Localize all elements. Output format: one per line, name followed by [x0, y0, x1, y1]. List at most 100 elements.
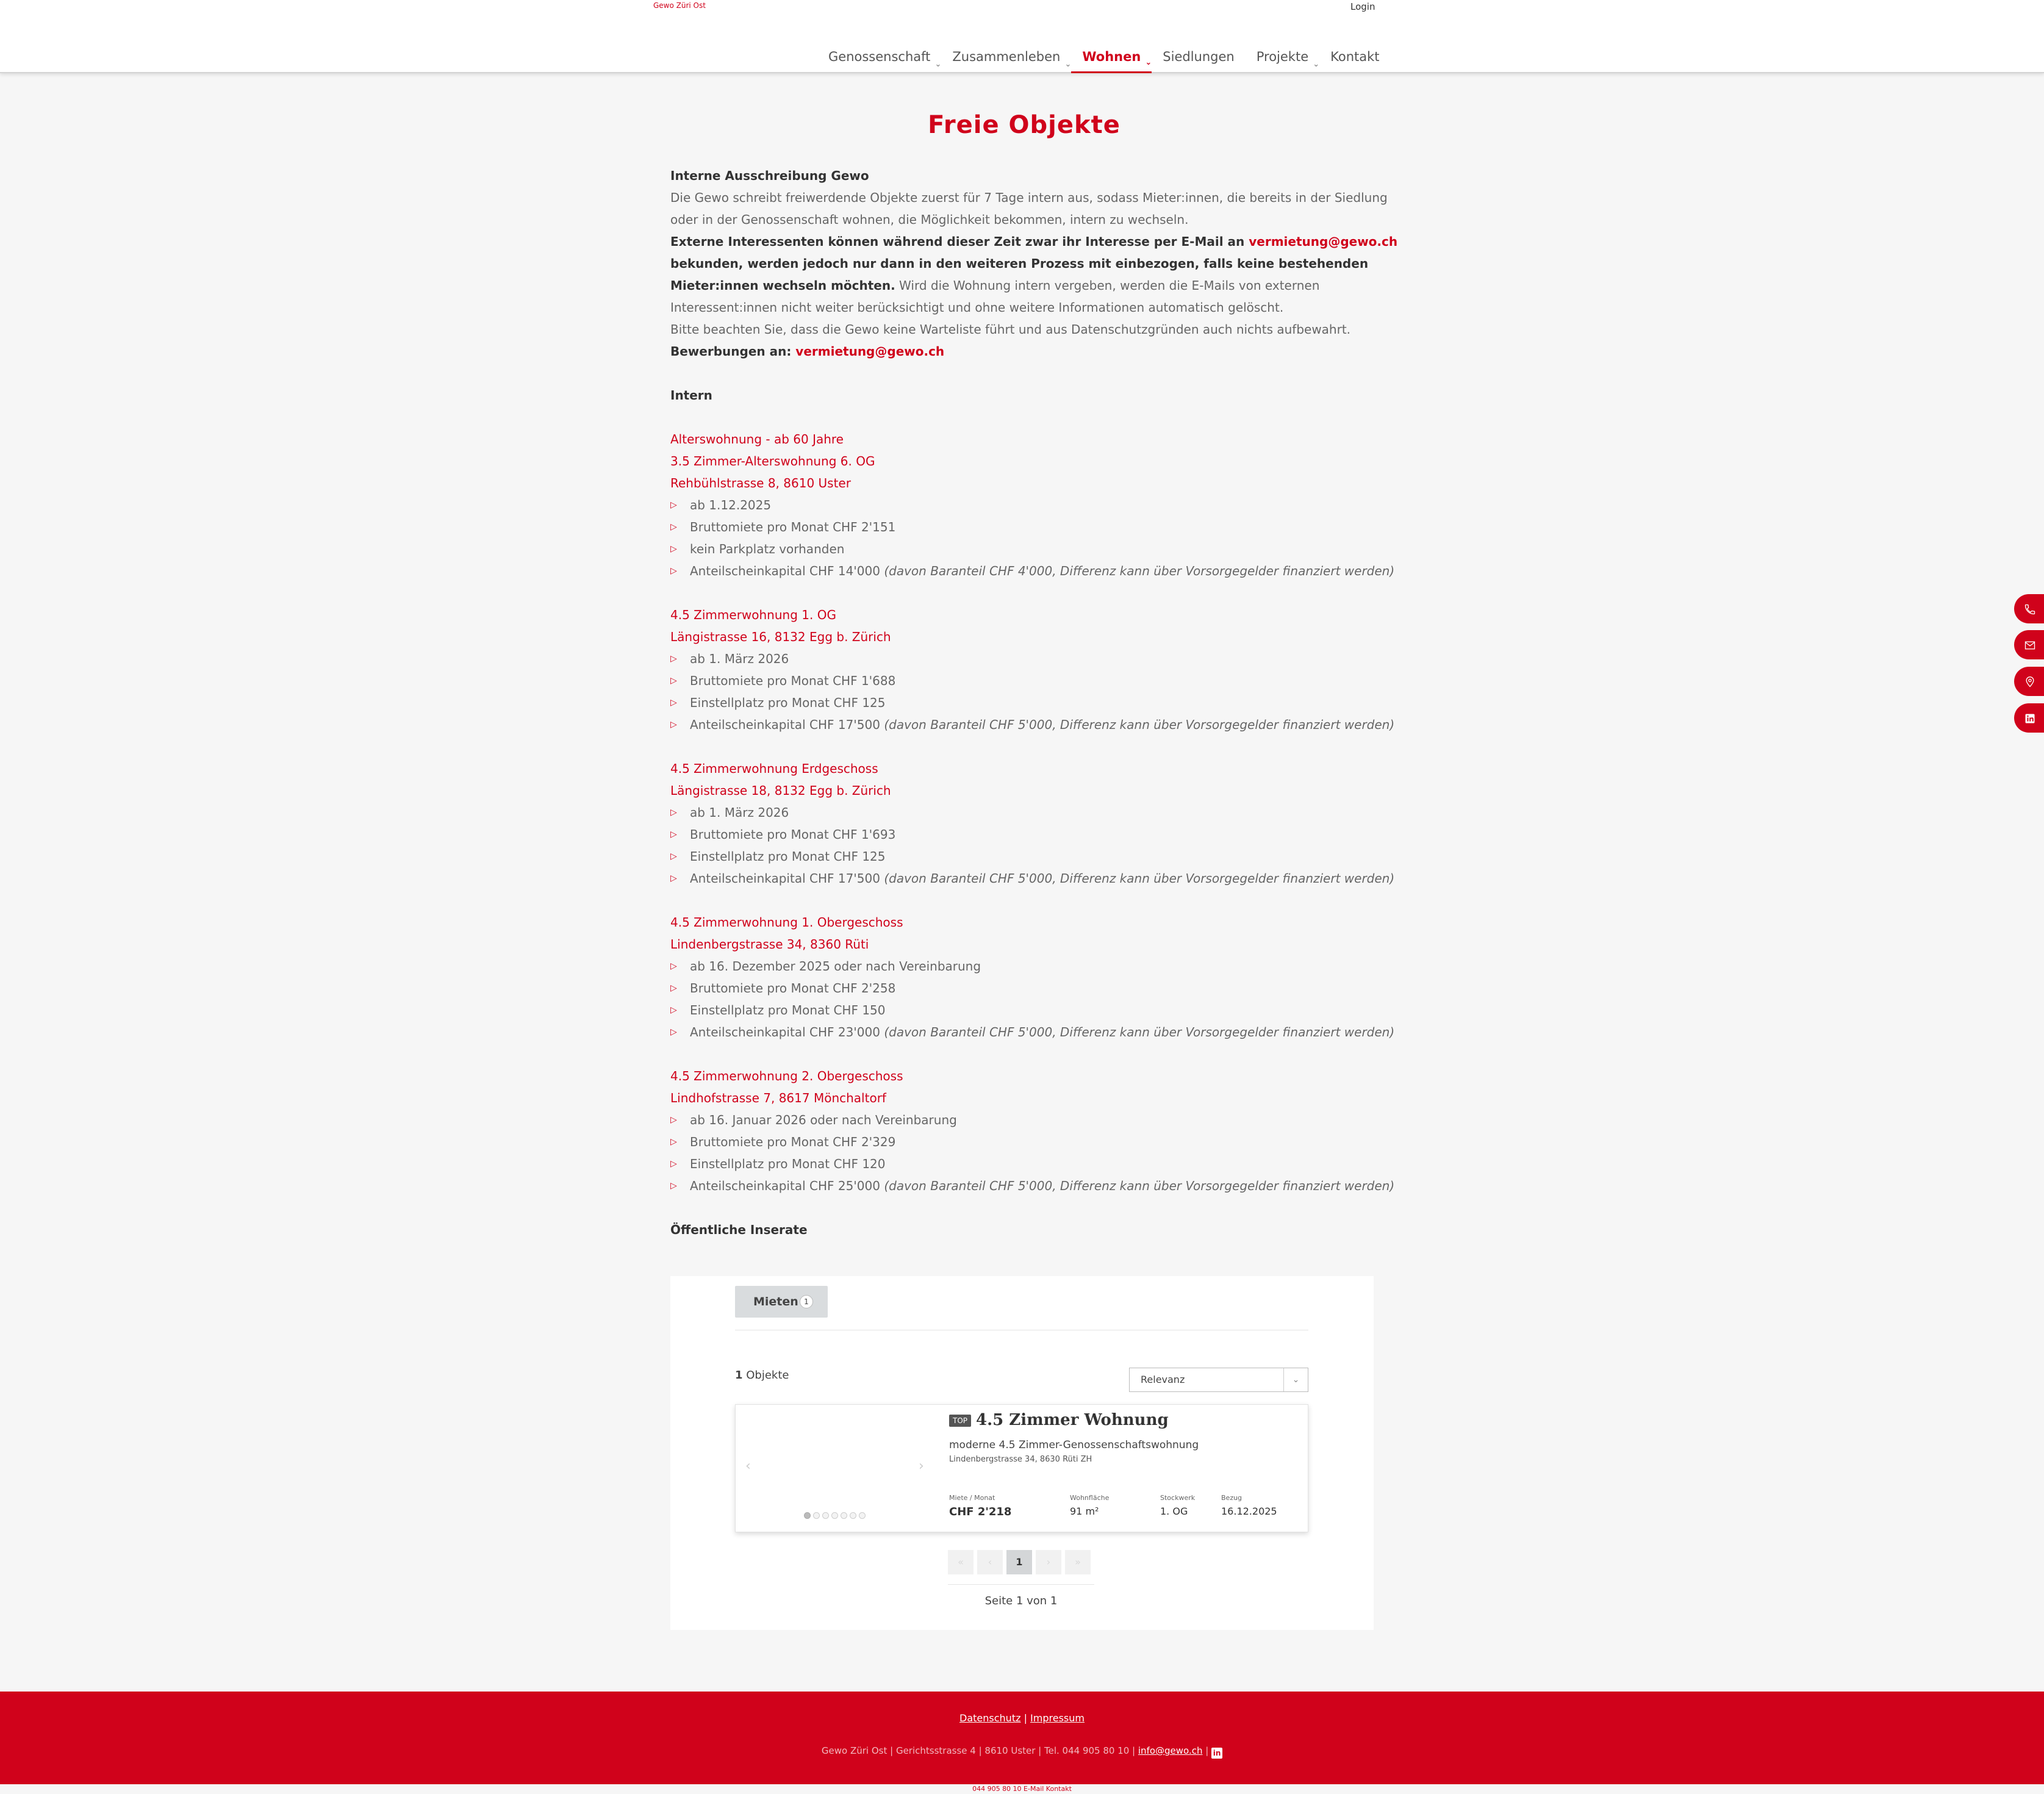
card-address: Lindenbergstrasse 34, 8630 Rüti ZH	[949, 1455, 1092, 1464]
triangle-bullet-icon: ▷	[670, 1159, 677, 1169]
nav-label: Projekte	[1256, 49, 1309, 64]
logo[interactable]: Gewo Züri Ost	[653, 1, 706, 10]
list-item: ▷ ab 1.12.2025	[670, 494, 1378, 516]
triangle-bullet-icon: ▷	[670, 852, 677, 861]
footer-email-link[interactable]: info@gewo.ch	[1138, 1745, 1203, 1756]
tab-count-badge: 1	[800, 1295, 813, 1308]
location-icon[interactable]	[2014, 667, 2044, 696]
triangle-bullet-icon: ▷	[670, 1027, 677, 1037]
nav-label: Genossenschaft	[828, 49, 931, 64]
spec-floor: Stockwerk 1. OG	[1160, 1494, 1196, 1517]
carousel-dot[interactable]	[831, 1512, 838, 1519]
chevron-down-icon: ⌄	[1064, 60, 1072, 69]
list-item: ▷ Anteilscheinkapital CHF 17'500 (davon B…	[670, 867, 1394, 889]
chevron-down-icon: ⌄	[1313, 60, 1320, 69]
intro-heading: Interne Ausschreibung Gewo	[670, 168, 869, 183]
site-header: Gewo Züri Ost Login Genossenschaft ⌄ Zusa…	[0, 0, 2044, 73]
page-last-button[interactable]: »	[1065, 1550, 1091, 1574]
nav-wohnen[interactable]: Wohnen ⌄	[1071, 46, 1152, 73]
carousel-dots	[804, 1512, 866, 1519]
linkedin-icon[interactable]: in	[1211, 1748, 1223, 1759]
external-notice: Mieter:innen wechseln möchten. Wird die …	[670, 274, 1378, 296]
notice-text: Interessent:innen nicht weiter berücksic…	[670, 300, 1284, 315]
footer-bottom: 044 905 80 10 E-Mail Kontakt	[972, 1785, 1072, 1793]
main-content: Freie Objekte Interne Ausschreibung Gewo…	[670, 104, 1397, 1241]
list-item: ▷ Anteilscheinkapital CHF 14'000 (davon B…	[670, 560, 1394, 582]
carousel-dot[interactable]	[859, 1512, 866, 1519]
page-first-button[interactable]: «	[948, 1550, 974, 1574]
chevron-down-icon: ⌄	[1283, 1368, 1308, 1391]
image-carousel: ‹ ›	[736, 1405, 937, 1532]
carousel-dot[interactable]	[813, 1512, 820, 1519]
intro-text: Interne Ausschreibung Gewo Die Gewo schr…	[670, 165, 1397, 1241]
chevron-right-icon[interactable]: ›	[919, 1459, 924, 1474]
triangle-bullet-icon: ▷	[670, 961, 677, 971]
footer-address-text: Gewo Züri Ost | Gerichtsstrasse 4 | 8610…	[821, 1745, 1138, 1756]
triangle-bullet-icon: ▷	[670, 544, 677, 554]
spec-area: Wohnfläche 91 m²	[1070, 1494, 1110, 1517]
card-title[interactable]: 4.5 Zimmer Wohnung	[976, 1411, 1169, 1429]
list-item: ▷ ab 16. Januar 2026 oder nach Vereinbaru…	[670, 1109, 1378, 1131]
property-card[interactable]: ‹ › TOP 4.5 Zimmer Wohnung moderne 4.5 Z…	[735, 1404, 1308, 1532]
list-item: ▷ ab 1. März 2026	[670, 648, 1378, 670]
page-title: Freie Objekte	[928, 111, 1121, 139]
login-link[interactable]: Login	[1350, 1, 1375, 12]
triangle-bullet-icon: ▷	[670, 698, 677, 708]
email-link[interactable]: vermietung@gewo.ch	[1249, 234, 1397, 249]
triangle-bullet-icon: ▷	[670, 808, 677, 817]
list-item: ▷ Anteilscheinkapital CHF 23'000 (davon B…	[670, 1021, 1394, 1043]
imprint-link[interactable]: Impressum	[1030, 1712, 1085, 1724]
chevron-left-icon[interactable]: ‹	[745, 1459, 751, 1474]
listing-address: Lindenbergstrasse 34, 8360 Rüti	[670, 937, 869, 952]
intro-paragraph: Die Gewo schreibt freiwerdende Objekte z…	[670, 190, 1388, 205]
page-next-button[interactable]: ›	[1036, 1550, 1061, 1574]
phone-icon[interactable]	[2014, 594, 2044, 623]
notice-text: Bitte beachten Sie, dass die Gewo keine …	[670, 322, 1351, 337]
chevron-down-icon: ⌄	[934, 60, 942, 69]
list-item: ▷ Einstellplatz pro Monat CHF 125	[670, 692, 1378, 714]
list-item: ▷ Bruttomiete pro Monat CHF 2'151	[670, 516, 1378, 538]
nav-siedlungen[interactable]: Siedlungen	[1152, 46, 1245, 73]
mail-icon[interactable]	[2014, 630, 2044, 659]
page-current-button[interactable]: 1	[1006, 1550, 1032, 1574]
nav-kontakt[interactable]: Kontakt	[1319, 46, 1390, 73]
footer-address: Gewo Züri Ost | Gerichtsstrasse 4 | 8610…	[0, 1745, 2044, 1759]
nav-zusammenleben[interactable]: Zusammenleben ⌄	[941, 46, 1071, 73]
apply-email-link[interactable]: vermietung@gewo.ch	[795, 344, 944, 359]
list-item: ▷ Bruttomiete pro Monat CHF 2'258	[670, 977, 1378, 999]
list-item: ▷ Anteilscheinkapital CHF 25'000 (davon B…	[670, 1175, 1394, 1197]
nav-label: Siedlungen	[1163, 49, 1235, 64]
nav-label: Wohnen	[1082, 49, 1141, 64]
triangle-bullet-icon: ▷	[670, 522, 677, 532]
tab-mieten[interactable]: Mieten 1	[735, 1286, 828, 1318]
nav-genossenschaft[interactable]: Genossenschaft ⌄	[817, 46, 941, 73]
listing-address: Längistrasse 18, 8132 Egg b. Zürich	[670, 783, 891, 798]
pagination: « ‹ 1 › »	[948, 1550, 1091, 1574]
linkedin-icon[interactable]	[2014, 703, 2044, 733]
carousel-dot[interactable]	[841, 1512, 847, 1519]
footer-links: Datenschutz | Impressum	[959, 1712, 1085, 1724]
listing-address: Rehbühlstrasse 8, 8610 Uster	[670, 476, 851, 490]
sort-select[interactable]: Relevanz ⌄	[1129, 1368, 1308, 1392]
listings-widget: Mieten 1 1 Objekte Relevanz ⌄ ‹ › TOP 4.…	[670, 1276, 1374, 1630]
triangle-bullet-icon: ▷	[670, 1181, 677, 1191]
listing: Alterswohnung - ab 60 Jahre 3.5 Zimmer-A…	[670, 428, 1394, 582]
nav-projekte[interactable]: Projekte ⌄	[1246, 46, 1319, 73]
list-item: ▷ ab 16. Dezember 2025 oder nach Vereinba…	[670, 955, 1378, 977]
list-item: ▷ Anteilscheinkapital CHF 17'500 (davon B…	[670, 714, 1394, 736]
nav-label: Kontakt	[1330, 49, 1380, 64]
carousel-dot[interactable]	[804, 1512, 811, 1519]
spec-rent: Miete / Monat CHF 2'218	[949, 1494, 1012, 1518]
carousel-dot[interactable]	[822, 1512, 829, 1519]
listing: 4.5 Zimmerwohnung Erdgeschoss Längistras…	[670, 758, 1394, 889]
page-info: Seite 1 von 1	[984, 1595, 1058, 1607]
page-prev-button[interactable]: ‹	[977, 1550, 1003, 1574]
privacy-link[interactable]: Datenschutz	[959, 1712, 1020, 1724]
external-notice-text: Externe Interessenten können während die…	[670, 234, 1249, 249]
apply-label: Bewerbungen an:	[670, 344, 796, 359]
listing-title: 3.5 Zimmer-Alterswohnung 6. OG	[670, 454, 875, 468]
carousel-dot[interactable]	[850, 1512, 856, 1519]
listing-title: 4.5 Zimmerwohnung 1. OG	[670, 608, 836, 622]
listing-title: Alterswohnung - ab 60 Jahre	[670, 432, 844, 447]
listing: 4.5 Zimmerwohnung 1. OG Längistrasse 16,…	[670, 604, 1394, 736]
